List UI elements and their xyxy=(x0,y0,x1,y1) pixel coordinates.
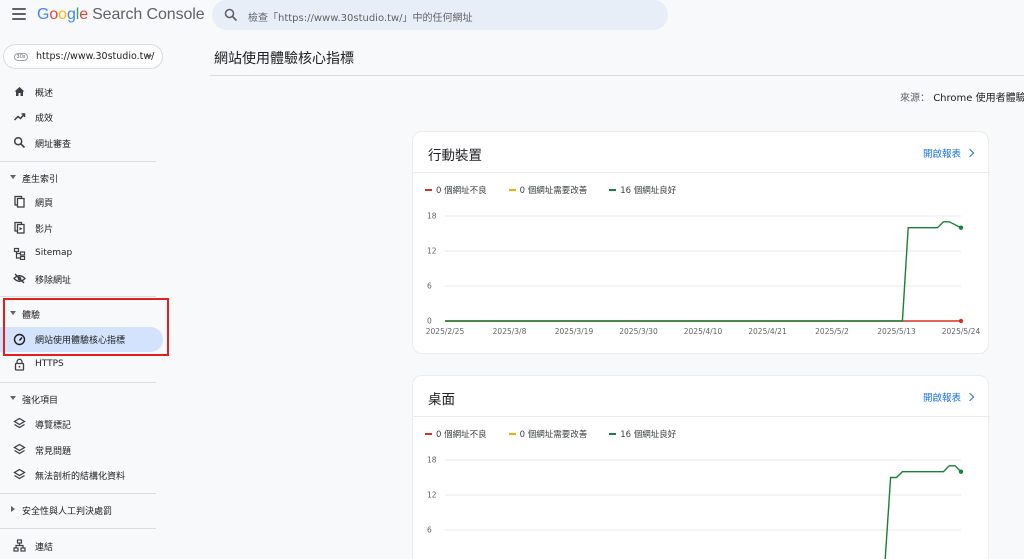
mobile-report-card: 行動裝置 開啟報表 0 個網址不良 0 個網址需要改善 16 個網址良好 0 6 12 1… xyxy=(412,131,990,354)
sidebar-item-url-inspection[interactable]: 網址審查 xyxy=(0,132,166,154)
url-inspection-search[interactable]: 檢查「https://www.30studio.tw/」中的任何網址 xyxy=(212,0,668,30)
data-source: 來源： Chrome 使用者體驗 xyxy=(900,93,1024,104)
legend-poor[interactable]: 0 個網址不良 xyxy=(425,184,487,196)
sidebar-item-https[interactable]: HTTPS xyxy=(0,354,166,376)
series-end-point xyxy=(958,469,964,474)
series-end-point xyxy=(958,318,964,324)
sitemap-icon xyxy=(13,247,26,260)
x-tick-label: 2025/5/2 xyxy=(815,327,849,336)
sidebar-section-security[interactable]: 安全性與人工判決處罰 xyxy=(0,500,166,520)
sidebar-divider xyxy=(0,161,156,162)
layers-icon xyxy=(13,468,26,480)
sidebar-divider xyxy=(0,296,156,297)
x-tick-label: 2025/2/25 xyxy=(426,327,465,336)
open-report-link[interactable]: 開啟報表 xyxy=(923,146,975,160)
sidebar-item-videos[interactable]: 影片 xyxy=(0,217,166,239)
page-title: 網站使用體驗核心指標 xyxy=(214,51,354,67)
caret-right-icon xyxy=(11,506,15,512)
search-placeholder: 檢查「https://www.30studio.tw/」中的任何網址 xyxy=(248,13,473,24)
property-selector[interactable]: 30s https://www.30studio.tw/ xyxy=(3,44,163,69)
sidebar: 30s https://www.30studio.tw/ 概述 成效 網址審查 … xyxy=(0,34,166,559)
card-title: 行動裝置 xyxy=(428,148,482,164)
legend-needs-improvement[interactable]: 0 個網址需要改善 xyxy=(508,184,587,196)
annotation-highlight-box xyxy=(3,298,169,356)
caret-down-icon xyxy=(10,175,16,179)
y-tick-label: 12 xyxy=(427,491,437,500)
sidebar-item-breadcrumbs[interactable]: 導覽標記 xyxy=(0,413,166,435)
property-url: https://www.30studio.tw/ xyxy=(36,51,155,62)
desktop-cwv-chart: 6 12 18 xyxy=(427,456,964,559)
y-tick-label: 12 xyxy=(427,247,437,256)
mobile-cwv-chart: 0 6 12 18 2025/2/25 2025/3/8 2025/3/19 2025/3/3… xyxy=(426,212,981,337)
pages-icon xyxy=(14,195,25,208)
sidebar-item-overview[interactable]: 概述 xyxy=(0,81,166,103)
lock-icon xyxy=(14,358,25,371)
open-report-link[interactable]: 開啟報表 xyxy=(923,390,975,404)
menu-icon[interactable] xyxy=(12,8,26,20)
y-tick-label: 18 xyxy=(427,212,437,221)
chart-legend: 0 個網址不良 0 個網址需要改善 16 個網址良好 xyxy=(425,428,698,440)
sidebar-item-pages[interactable]: 網頁 xyxy=(0,191,166,213)
sidebar-item-faq[interactable]: 常見問題 xyxy=(0,439,166,461)
y-tick-label: 18 xyxy=(427,456,437,465)
x-tick-label: 2025/4/10 xyxy=(684,327,723,336)
x-tick-label: 2025/3/30 xyxy=(619,327,658,336)
x-tick-label: 2025/4/21 xyxy=(748,327,787,336)
search-console-logo[interactable]: Google Search Console xyxy=(37,6,205,24)
sidebar-item-links[interactable]: 連結 xyxy=(0,535,166,557)
video-pages-icon xyxy=(14,221,25,234)
chart-legend: 0 個網址不良 0 個網址需要改善 16 個網址良好 xyxy=(425,184,698,196)
chevron-right-icon xyxy=(965,148,975,158)
product-name: Search Console xyxy=(92,6,205,23)
main-content: 網站使用體驗核心指標 來源： Chrome 使用者體驗 行動裝置 開啟報表 0 … xyxy=(166,34,1024,559)
sidebar-divider xyxy=(0,493,156,494)
title-divider xyxy=(210,75,1024,76)
links-icon xyxy=(13,539,26,552)
home-icon xyxy=(14,87,25,96)
card-title: 桌面 xyxy=(428,392,455,408)
desktop-report-card: 桌面 開啟報表 0 個網址不良 0 個網址需要改善 16 個網址良好 6 12 18 xyxy=(412,375,990,559)
property-favicon: 30s xyxy=(14,53,28,61)
y-tick-label: 6 xyxy=(427,526,432,535)
caret-down-icon xyxy=(10,396,16,400)
search-icon xyxy=(224,8,238,22)
layers-icon xyxy=(13,417,26,429)
x-tick-label: 2025/5/24 xyxy=(942,327,981,336)
sidebar-divider xyxy=(0,528,156,529)
x-tick-label: 2025/3/8 xyxy=(493,327,527,336)
y-tick-label: 0 xyxy=(427,317,432,326)
x-tick-label: 2025/5/13 xyxy=(877,327,916,336)
sidebar-item-performance[interactable]: 成效 xyxy=(0,106,166,128)
legend-needs-improvement[interactable]: 0 個網址需要改善 xyxy=(508,428,587,440)
layers-icon xyxy=(13,443,26,455)
legend-good[interactable]: 16 個網址良好 xyxy=(609,184,676,196)
card-divider xyxy=(413,416,990,417)
trending-up-icon xyxy=(13,113,26,121)
y-tick-label: 6 xyxy=(427,282,432,291)
legend-poor[interactable]: 0 個網址不良 xyxy=(425,428,487,440)
series-line xyxy=(445,221,962,322)
sidebar-item-unparsable[interactable]: 無法剖析的結構化資料 xyxy=(0,464,166,486)
search-icon xyxy=(13,136,26,149)
top-bar: Google Search Console 檢查「https://www.30st… xyxy=(0,0,1024,34)
series-line xyxy=(884,465,962,559)
sidebar-item-sitemaps[interactable]: Sitemap xyxy=(0,243,166,265)
sidebar-divider xyxy=(0,382,156,383)
legend-good[interactable]: 16 個網址良好 xyxy=(609,428,676,440)
chevron-right-icon xyxy=(965,392,975,402)
x-tick-label: 2025/3/19 xyxy=(555,327,594,336)
series-end-point xyxy=(958,225,964,230)
chevron-down-icon xyxy=(146,55,152,59)
visibility-off-icon xyxy=(13,273,26,284)
sidebar-item-removals[interactable]: 移除網址 xyxy=(0,268,166,290)
sidebar-section-indexing[interactable]: 產生索引 xyxy=(0,168,166,188)
card-divider xyxy=(413,172,990,173)
sidebar-section-enhancements[interactable]: 強化項目 xyxy=(0,389,166,409)
